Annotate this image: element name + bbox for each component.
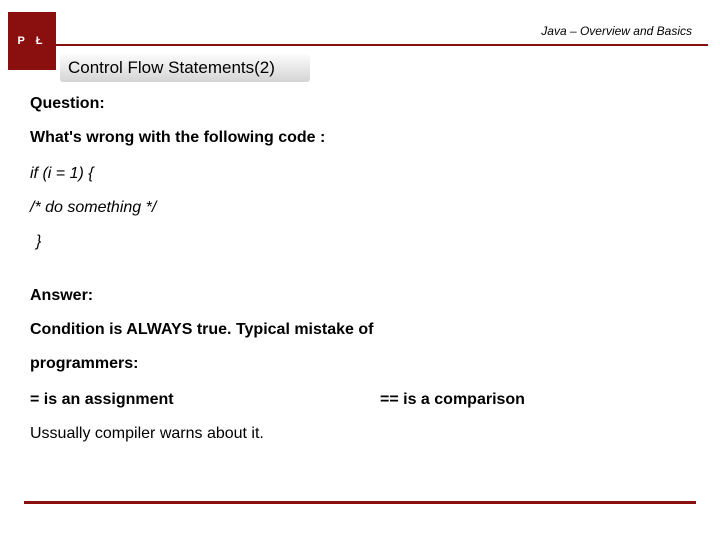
footer-divider [24,501,696,504]
comparison-text: == is a comparison [380,388,525,412]
question-label: Question: [30,92,690,116]
code-line-3: } [36,230,690,254]
slide-header: P Ł Java – Overview and Basics Control F… [0,0,720,90]
compiler-note: Ussually compiler warns about it. [30,422,690,446]
logo-text: P Ł [18,35,47,47]
code-line-1: if (i = 1) { [30,162,690,186]
answer-line-1: Condition is ALWAYS true. Typical mistak… [30,318,690,342]
answer-label: Answer: [30,284,690,308]
question-text: What's wrong with the following code : [30,126,690,150]
answer-line-2: programmers: [30,352,690,376]
slide-title: Control Flow Statements(2) [68,58,275,78]
assignment-text: = is an assignment [30,388,380,412]
slide-content: Question: What's wrong with the followin… [0,92,720,446]
slide-title-box: Control Flow Statements(2) [60,54,310,82]
code-line-2: /* do something */ [30,196,690,220]
course-label: Java – Overview and Basics [541,24,692,38]
university-logo: P Ł [8,12,56,70]
operator-row: = is an assignment == is a comparison [30,388,690,412]
header-divider [56,44,708,46]
